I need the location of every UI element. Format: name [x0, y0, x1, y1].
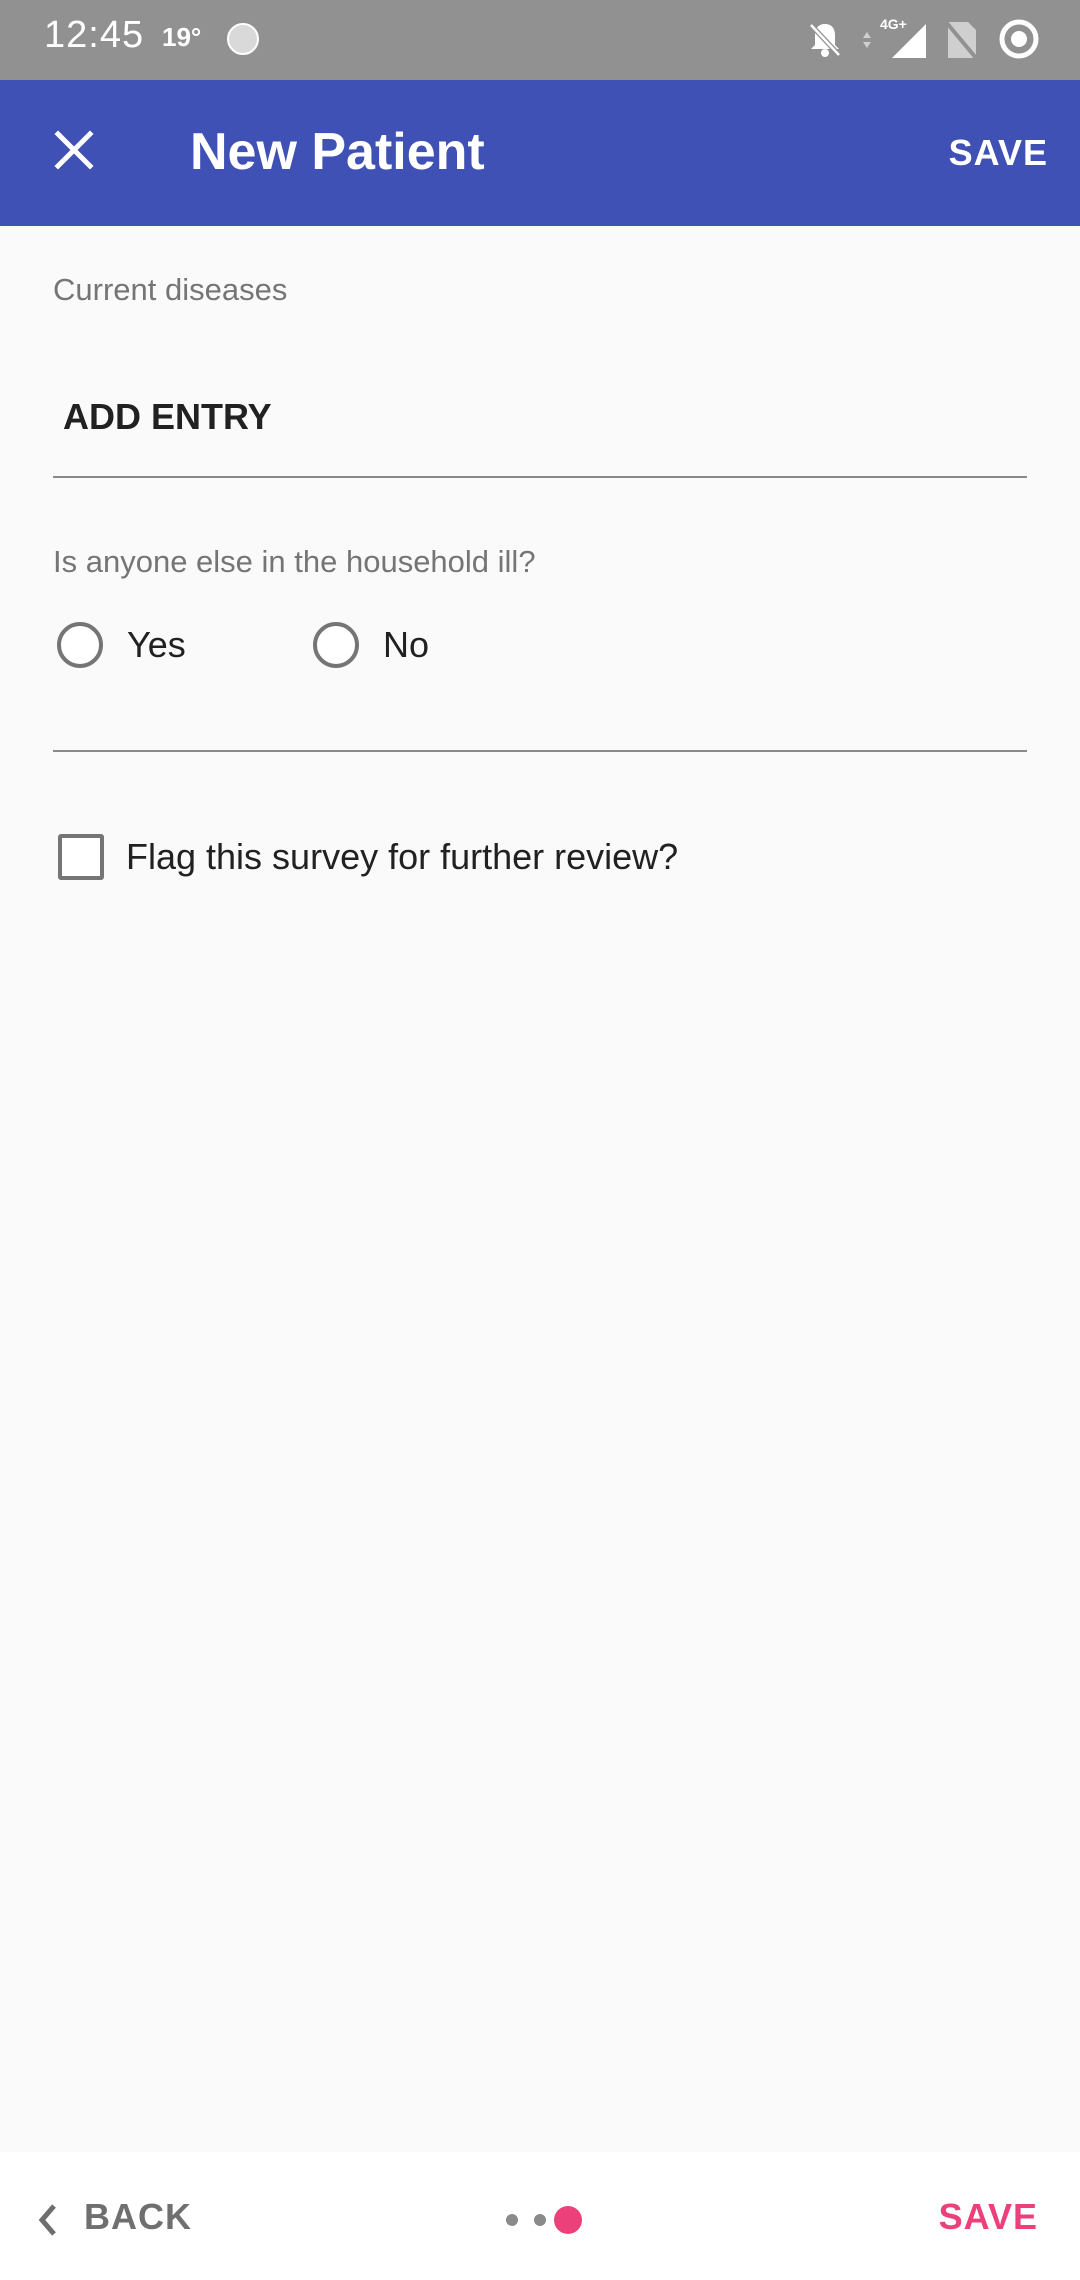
data-arrows-icon — [863, 32, 871, 48]
bottom-save-button[interactable]: SAVE — [939, 2196, 1038, 2238]
no-sim-icon — [944, 20, 978, 60]
notifications-off-icon — [809, 23, 841, 57]
page-dot-1 — [506, 2214, 518, 2226]
bottom-nav-bar: BACK SAVE — [0, 2152, 1080, 2280]
status-bar: 12:45 19° 4G+ — [0, 0, 1080, 80]
divider — [53, 750, 1027, 752]
checkbox-box — [58, 834, 104, 880]
current-diseases-label: Current diseases — [53, 272, 288, 307]
save-button[interactable]: SAVE — [949, 132, 1048, 174]
record-icon — [999, 19, 1039, 59]
household-question: Is anyone else in the household ill? — [53, 544, 536, 579]
radio-no-label: No — [383, 624, 430, 665]
weather-icon — [227, 23, 259, 55]
radio-circle — [57, 622, 103, 668]
flag-review-label: Flag this survey for further review? — [126, 836, 679, 877]
app-bar: New Patient SAVE — [0, 80, 1080, 226]
status-time: 12:45 — [44, 14, 145, 56]
add-entry-button[interactable]: ADD ENTRY — [53, 376, 1027, 478]
page-indicator — [506, 2204, 586, 2234]
page-title: New Patient — [190, 123, 485, 181]
page-dot-2 — [534, 2214, 546, 2226]
chevron-left-icon — [38, 2204, 56, 2236]
page-dot-3-active — [554, 2206, 582, 2234]
back-label: BACK — [84, 2196, 192, 2237]
radio-yes-label: Yes — [127, 624, 186, 665]
close-button[interactable] — [44, 120, 104, 180]
add-entry-label: ADD ENTRY — [63, 396, 272, 437]
signal-icon — [892, 24, 926, 58]
radio-circle — [313, 622, 359, 668]
close-icon — [54, 130, 94, 170]
status-temperature: 19° — [162, 22, 202, 52]
